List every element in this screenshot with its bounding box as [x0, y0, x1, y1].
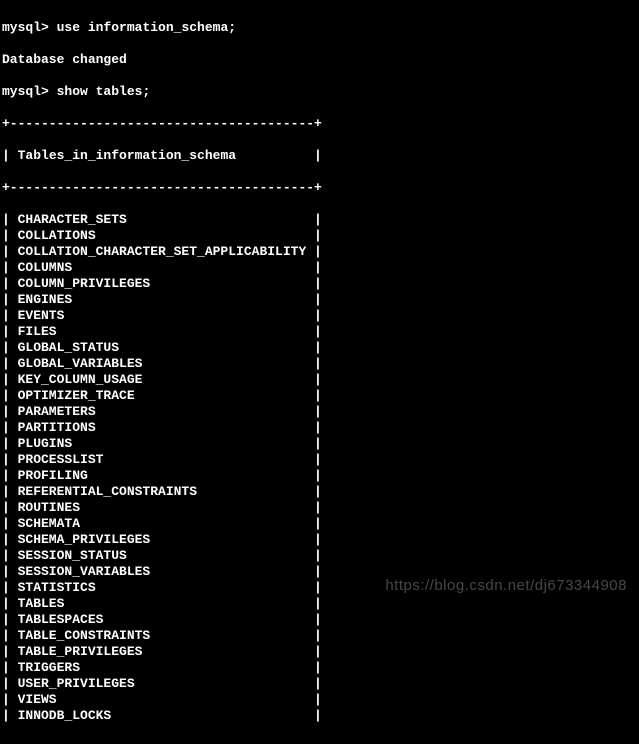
- table-row: | PROFILING |: [2, 468, 637, 484]
- table-row: | PLUGINS |: [2, 436, 637, 452]
- table-row: | INNODB_LOCKS |: [2, 708, 637, 724]
- table-header-text: Tables_in_information_schema: [18, 148, 236, 163]
- table-row: | SCHEMATA |: [2, 516, 637, 532]
- table-row: | STATISTICS |: [2, 580, 637, 596]
- prompt-text: mysql>: [2, 20, 49, 35]
- table-row: | COLUMN_PRIVILEGES |: [2, 276, 637, 292]
- table-row: | GLOBAL_VARIABLES |: [2, 356, 637, 372]
- table-row: | REFERENTIAL_CONSTRAINTS |: [2, 484, 637, 500]
- table-border-mid: +---------------------------------------…: [2, 180, 637, 196]
- prompt-text: mysql>: [2, 84, 49, 99]
- table-row: | ROUTINES |: [2, 500, 637, 516]
- command-line-use: mysql> use information_schema;: [2, 20, 637, 36]
- table-row: | FILES |: [2, 324, 637, 340]
- table-row: | VIEWS |: [2, 692, 637, 708]
- table-row: | PARAMETERS |: [2, 404, 637, 420]
- table-row: | PARTITIONS |: [2, 420, 637, 436]
- table-row: | COLLATIONS |: [2, 228, 637, 244]
- table-row: | CHARACTER_SETS |: [2, 212, 637, 228]
- table-row: | USER_PRIVILEGES |: [2, 676, 637, 692]
- table-row: | TABLE_CONSTRAINTS |: [2, 628, 637, 644]
- table-row: | GLOBAL_STATUS |: [2, 340, 637, 356]
- table-row: | COLUMNS |: [2, 260, 637, 276]
- table-row: | OPTIMIZER_TRACE |: [2, 388, 637, 404]
- table-row: | TRIGGERS |: [2, 660, 637, 676]
- table-row: | PROCESSLIST |: [2, 452, 637, 468]
- table-row: | EVENTS |: [2, 308, 637, 324]
- terminal-output: mysql> use information_schema; Database …: [0, 0, 639, 744]
- table-row: | COLLATION_CHARACTER_SET_APPLICABILITY …: [2, 244, 637, 260]
- table-row: | KEY_COLUMN_USAGE |: [2, 372, 637, 388]
- table-row: | SESSION_VARIABLES |: [2, 564, 637, 580]
- use-response-line: Database changed: [2, 52, 637, 68]
- command-line-show: mysql> show tables;: [2, 84, 637, 100]
- table-border-top: +---------------------------------------…: [2, 116, 637, 132]
- use-command-text: use information_schema;: [57, 20, 236, 35]
- table-rows: | CHARACTER_SETS || COLLATIONS || COLLAT…: [2, 212, 637, 724]
- table-row: | SCHEMA_PRIVILEGES |: [2, 532, 637, 548]
- table-header-row: | Tables_in_information_schema |: [2, 148, 637, 164]
- table-row: | TABLESPACES |: [2, 612, 637, 628]
- table-row: | ENGINES |: [2, 292, 637, 308]
- table-row: | SESSION_STATUS |: [2, 548, 637, 564]
- table-row: | TABLE_PRIVILEGES |: [2, 644, 637, 660]
- show-command-text: show tables;: [57, 84, 151, 99]
